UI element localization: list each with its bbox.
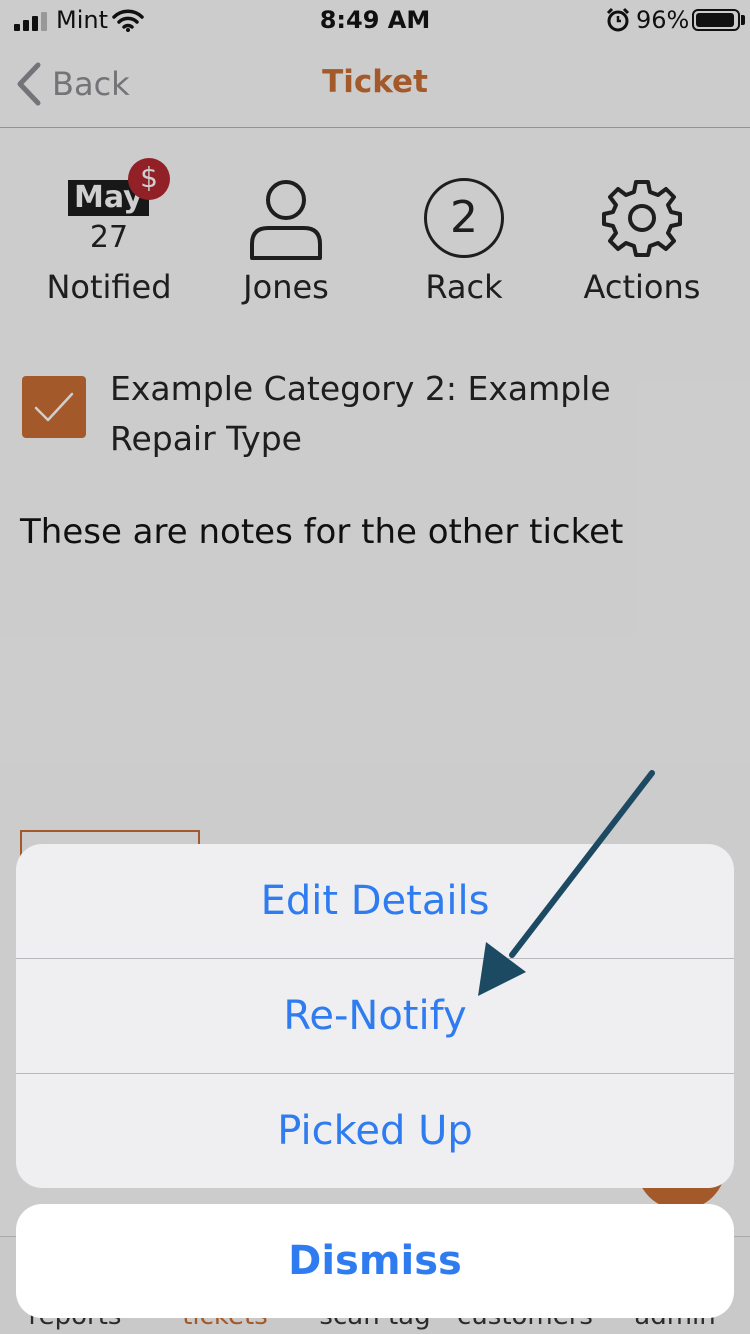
picked-up-button[interactable]: Picked Up [16, 1074, 734, 1188]
screen: Mint 8:49 AM 96% Back Ticket May 27 $ No… [0, 0, 750, 1334]
action-sheet: Edit Details Re-Notify Picked Up [16, 844, 734, 1188]
dismiss-button[interactable]: Dismiss [16, 1204, 734, 1318]
re-notify-button[interactable]: Re-Notify [16, 959, 734, 1073]
edit-details-button[interactable]: Edit Details [16, 844, 734, 958]
